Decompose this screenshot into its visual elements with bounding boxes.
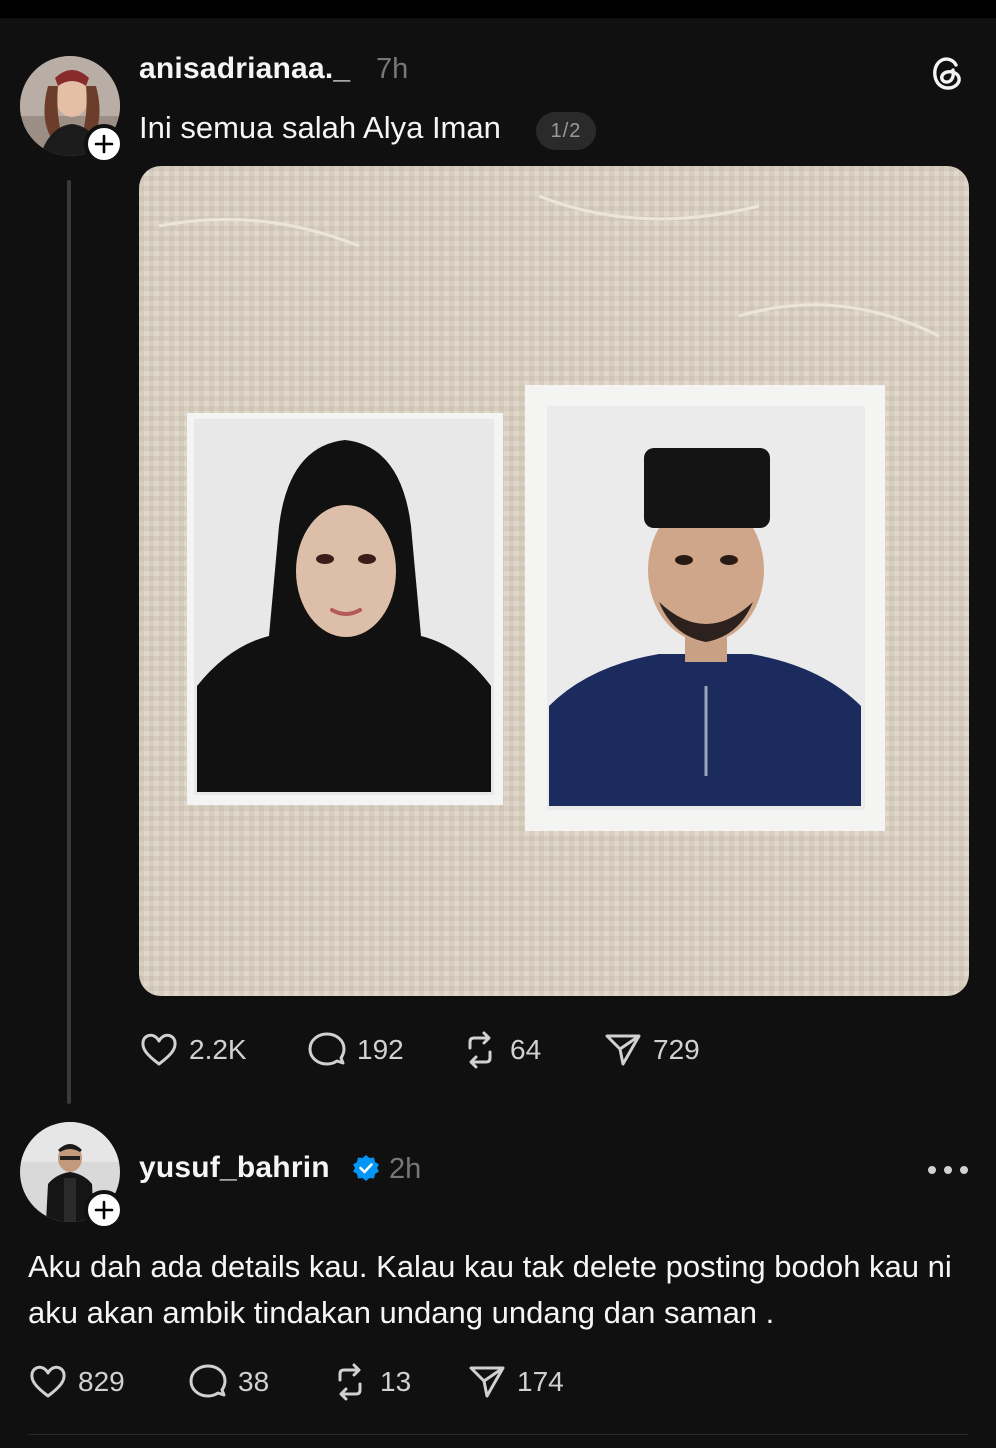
reply-username[interactable]: yusuf_bahrin [139, 1151, 330, 1185]
repost-button[interactable]: 64 [460, 1030, 541, 1070]
reply-share-count: 174 [517, 1366, 564, 1397]
post-text: Ini semua salah Alya Iman [139, 110, 501, 145]
status-bar [0, 0, 996, 18]
follow-button[interactable] [84, 124, 124, 164]
reply-comment-count: 38 [238, 1366, 270, 1397]
reply-like-count: 829 [78, 1366, 125, 1397]
post-image[interactable] [139, 166, 969, 996]
photo-left [187, 413, 503, 805]
plus-icon [94, 1200, 114, 1220]
comment-count: 192 [357, 1034, 404, 1065]
reply-follow-button[interactable] [84, 1190, 124, 1230]
repost-icon [338, 1363, 362, 1401]
post-username[interactable]: anisadrianaa._ [139, 52, 350, 86]
divider [28, 1434, 968, 1435]
reply-repost-count: 13 [380, 1366, 412, 1397]
post-time: 7h [376, 53, 409, 85]
share-count: 729 [653, 1034, 700, 1065]
thread-line [67, 180, 71, 1104]
heart-icon [141, 1033, 177, 1066]
reply-repost-button[interactable]: 13 [330, 1362, 411, 1402]
like-count: 2.2K [189, 1034, 247, 1065]
share-button[interactable]: 729 [603, 1030, 700, 1070]
reply-time: 2h [389, 1153, 422, 1185]
comment-icon [189, 1364, 227, 1398]
pager-badge: 1/2 [536, 112, 596, 150]
heart-icon [30, 1365, 66, 1398]
send-icon [469, 1366, 505, 1398]
reply-like-button[interactable]: 829 [28, 1362, 125, 1402]
repost-count: 64 [510, 1034, 542, 1065]
like-button[interactable]: 2.2K [139, 1030, 247, 1070]
repost-icon [468, 1031, 492, 1069]
comment-icon [308, 1032, 346, 1066]
verified-badge-icon [352, 1154, 380, 1182]
more-options-icon[interactable] [928, 1158, 968, 1182]
reply-comment-button[interactable]: 38 [188, 1362, 269, 1402]
reply-text: Aku dah ada details kau. Kalau kau tak d… [28, 1249, 952, 1330]
threads-logo-icon[interactable] [926, 52, 968, 94]
send-icon [605, 1034, 641, 1066]
comment-button[interactable]: 192 [307, 1030, 404, 1070]
plus-icon [94, 134, 114, 154]
photo-right [525, 385, 885, 831]
reply-share-button[interactable]: 174 [467, 1362, 564, 1402]
